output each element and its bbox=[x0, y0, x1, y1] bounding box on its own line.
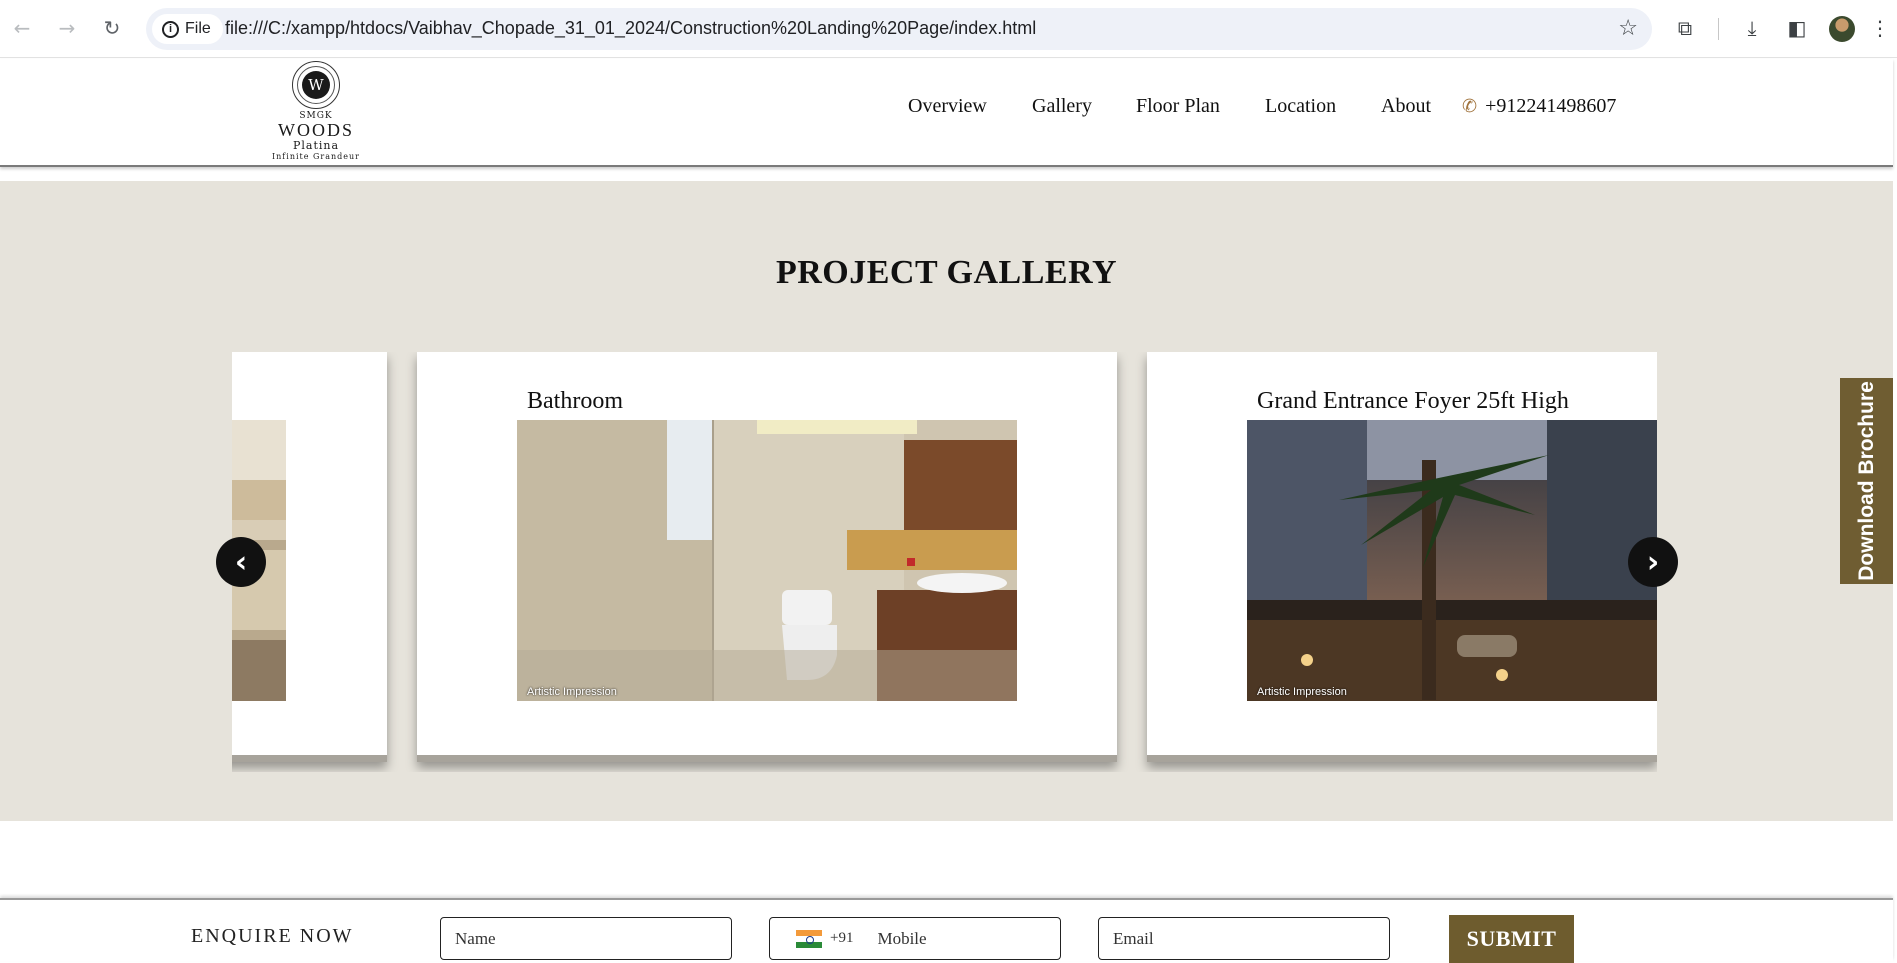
artistic-impression-label: Artistic Impression bbox=[1257, 686, 1347, 698]
phone-number: +912241498607 bbox=[1485, 95, 1617, 117]
browser-toolbar: ← → ↻ i File file:///C:/xampp/htdocs/Vai… bbox=[0, 0, 1897, 58]
prev-slide-button[interactable]: ‹ bbox=[216, 537, 266, 587]
project-gallery-section: PROJECT GALLERY Bathroom Artistic Impres… bbox=[0, 181, 1893, 821]
forward-arrow-icon[interactable]: → bbox=[51, 12, 83, 44]
nav-overview[interactable]: Overview bbox=[908, 95, 987, 118]
back-arrow-icon[interactable]: ← bbox=[6, 12, 38, 44]
toolbar-divider bbox=[1718, 18, 1719, 40]
entrance-image bbox=[1247, 420, 1657, 701]
bookmark-star-icon[interactable]: ☆ bbox=[1618, 16, 1638, 41]
logo-line2: WOODS bbox=[278, 120, 354, 140]
next-slide-button[interactable]: › bbox=[1628, 537, 1678, 587]
logo-emblem-icon: W bbox=[292, 61, 340, 109]
site-chip-label: File bbox=[185, 20, 211, 37]
gallery-card-entrance[interactable]: Grand Entrance Foyer 25ft High Artistic … bbox=[1147, 352, 1657, 762]
email-placeholder: Email bbox=[1113, 928, 1154, 948]
gallery-title: PROJECT GALLERY bbox=[775, 254, 1117, 291]
card-title-entrance: Grand Entrance Foyer 25ft High bbox=[1257, 388, 1569, 414]
phone-icon: ✆ bbox=[1462, 96, 1478, 117]
dial-code: +91 bbox=[830, 930, 854, 946]
logo-emblem-letter: W bbox=[302, 71, 330, 99]
address-bar[interactable]: i File file:///C:/xampp/htdocs/Vaibhav_C… bbox=[146, 8, 1652, 50]
name-field[interactable]: Name bbox=[440, 917, 732, 960]
nav-about[interactable]: About bbox=[1381, 95, 1431, 118]
gallery-slider: Bathroom Artistic Impression Grand Entra… bbox=[232, 352, 1657, 772]
gallery-card-bathroom[interactable]: Bathroom Artistic Impression bbox=[417, 352, 1117, 762]
gallery-image-entrance: Artistic Impression bbox=[1247, 420, 1657, 701]
menu-kebab-icon[interactable]: ⋮ bbox=[1866, 14, 1894, 42]
gallery-image-bathroom: Artistic Impression bbox=[517, 420, 1017, 701]
enquire-now-label: ENQUIRE NOW bbox=[191, 925, 354, 947]
site-info-chip[interactable]: i File bbox=[152, 14, 223, 44]
mobile-placeholder: Mobile bbox=[877, 928, 927, 948]
brand-logo[interactable]: W SMGK WOODS Platina Infinite Grandeur bbox=[270, 61, 362, 162]
logo-line4: Infinite Grandeur bbox=[271, 152, 360, 161]
extensions-icon[interactable]: ⧉ bbox=[1671, 14, 1699, 42]
logo-line3: Platina bbox=[292, 139, 340, 152]
submit-button[interactable]: SUBMIT bbox=[1449, 915, 1574, 963]
artistic-impression-label: Artistic Impression bbox=[527, 686, 617, 698]
side-panel-icon[interactable]: ◧ bbox=[1783, 14, 1811, 42]
site-header: W SMGK WOODS Platina Infinite Grandeur O… bbox=[0, 59, 1893, 167]
nav-location[interactable]: Location bbox=[1265, 95, 1336, 118]
url-text[interactable]: file:///C:/xampp/htdocs/Vaibhav_Chopade_… bbox=[225, 18, 1036, 39]
profile-avatar[interactable] bbox=[1829, 16, 1855, 42]
download-brochure-label: Download Brochure bbox=[1854, 381, 1878, 581]
reload-icon[interactable]: ↻ bbox=[96, 12, 128, 44]
card-title-bathroom: Bathroom bbox=[527, 388, 623, 414]
nav-gallery[interactable]: Gallery bbox=[1032, 95, 1092, 118]
bathroom-image bbox=[517, 420, 1017, 701]
download-brochure-button[interactable]: Download Brochure bbox=[1840, 378, 1893, 584]
enquire-bar: ENQUIRE NOW Name +91 Mobile Email SUBMIT bbox=[0, 898, 1893, 963]
nav-phone[interactable]: ✆ +912241498607 bbox=[1462, 95, 1616, 118]
india-flag-icon[interactable] bbox=[796, 929, 822, 948]
name-placeholder: Name bbox=[455, 928, 496, 948]
mobile-field[interactable]: +91 Mobile bbox=[769, 917, 1061, 960]
download-icon[interactable]: ⤓ bbox=[1738, 14, 1766, 42]
email-field[interactable]: Email bbox=[1098, 917, 1390, 960]
nav-floor-plan[interactable]: Floor Plan bbox=[1136, 95, 1220, 118]
info-icon: i bbox=[162, 20, 179, 38]
